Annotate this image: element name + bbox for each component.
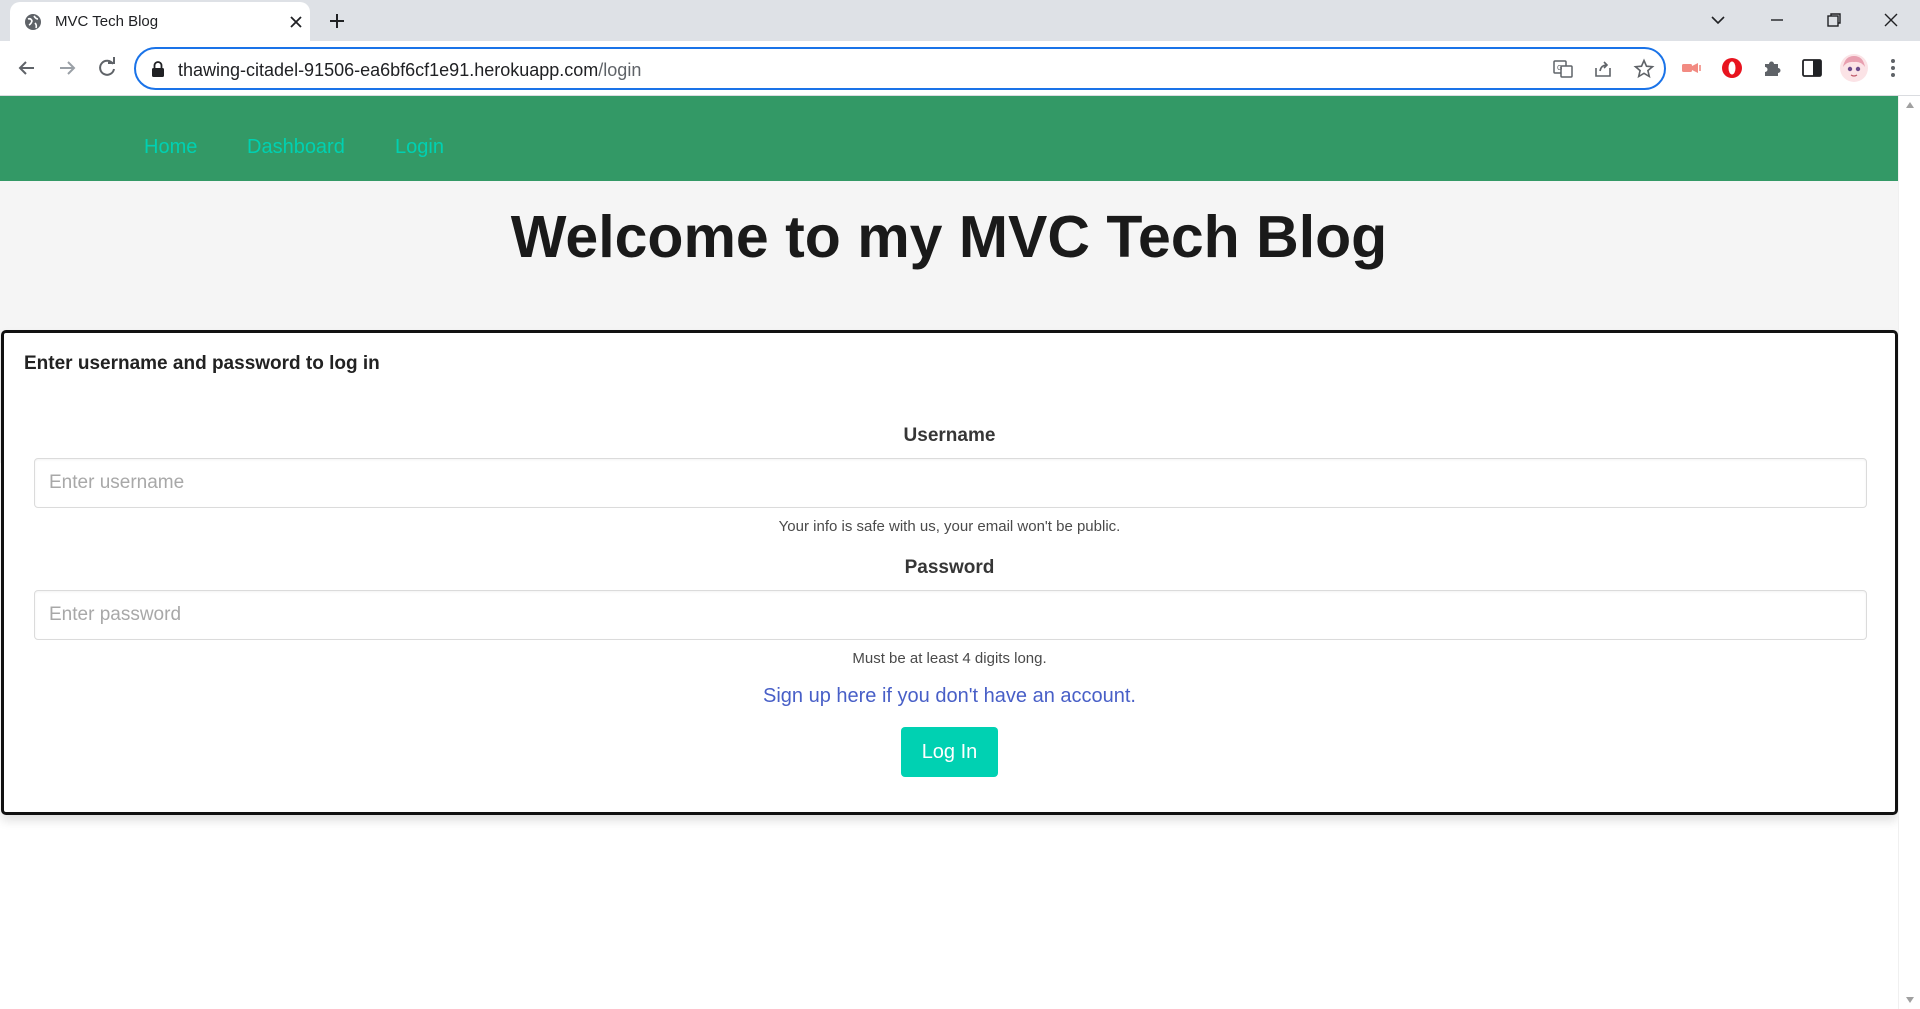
nav-link-dashboard[interactable]: Dashboard bbox=[247, 136, 345, 159]
password-input[interactable] bbox=[34, 590, 1867, 640]
page-title: Welcome to my MVC Tech Blog bbox=[510, 204, 1388, 270]
avatar[interactable] bbox=[1839, 53, 1869, 83]
side-panel-icon[interactable] bbox=[1799, 55, 1825, 81]
star-icon[interactable] bbox=[1633, 58, 1655, 80]
extension-cast-icon[interactable] bbox=[1679, 55, 1705, 81]
window-close-icon[interactable] bbox=[1879, 8, 1903, 32]
plus-icon[interactable] bbox=[325, 9, 349, 33]
address-bar[interactable]: thawing-citadel-91506-ea6bf6cf1e91.herok… bbox=[134, 47, 1666, 90]
minimize-icon[interactable] bbox=[1765, 8, 1789, 32]
opera-icon[interactable] bbox=[1719, 55, 1745, 81]
restore-icon[interactable] bbox=[1822, 8, 1846, 32]
forward-icon[interactable] bbox=[54, 55, 80, 81]
login-form-card: Enter username and password to log in Us… bbox=[1, 330, 1898, 815]
site-navbar: Home Dashboard Login bbox=[0, 96, 1898, 181]
password-label: Password bbox=[904, 557, 995, 578]
tab-title: MVC Tech Blog bbox=[55, 13, 159, 30]
username-help-text: Your info is safe with us, your email wo… bbox=[778, 518, 1121, 535]
scroll-down-arrow-icon[interactable] bbox=[1906, 997, 1914, 1003]
username-label: Username bbox=[903, 425, 996, 446]
browser-toolbar: thawing-citadel-91506-ea6bf6cf1e91.herok… bbox=[0, 41, 1920, 96]
kebab-menu-icon[interactable] bbox=[1880, 55, 1906, 81]
lock-icon[interactable] bbox=[150, 60, 166, 78]
puzzle-icon[interactable] bbox=[1759, 55, 1785, 81]
page-viewport: Home Dashboard Login Welcome to my MVC T… bbox=[0, 96, 1898, 1009]
nav-link-home[interactable]: Home bbox=[144, 136, 197, 159]
login-button[interactable]: Log In bbox=[901, 727, 998, 777]
browser-tab[interactable]: MVC Tech Blog bbox=[10, 2, 310, 41]
url-text[interactable]: thawing-citadel-91506-ea6bf6cf1e91.herok… bbox=[178, 60, 641, 81]
share-icon[interactable] bbox=[1592, 58, 1614, 80]
hero-section: Welcome to my MVC Tech Blog bbox=[0, 181, 1898, 326]
translate-icon[interactable]: G bbox=[1552, 58, 1574, 80]
globe-icon bbox=[25, 14, 41, 30]
url-host: thawing-citadel-91506-ea6bf6cf1e91.herok… bbox=[178, 60, 599, 80]
username-input[interactable] bbox=[34, 458, 1867, 508]
back-icon[interactable] bbox=[14, 55, 40, 81]
url-path: /login bbox=[598, 60, 642, 80]
svg-text:G: G bbox=[1557, 65, 1562, 72]
signup-link[interactable]: Sign up here if you don't have an accoun… bbox=[4, 685, 1895, 708]
scroll-up-arrow-icon[interactable] bbox=[1906, 102, 1914, 108]
chevron-down-icon[interactable] bbox=[1706, 8, 1730, 32]
page-scrollbar[interactable] bbox=[1898, 96, 1920, 1009]
reload-icon[interactable] bbox=[94, 55, 120, 81]
login-form-heading: Enter username and password to log in bbox=[24, 353, 380, 374]
nav-link-login[interactable]: Login bbox=[395, 136, 444, 159]
tab-strip: MVC Tech Blog bbox=[0, 0, 1920, 41]
password-help-text: Must be at least 4 digits long. bbox=[852, 650, 1047, 667]
close-icon[interactable] bbox=[286, 12, 306, 32]
